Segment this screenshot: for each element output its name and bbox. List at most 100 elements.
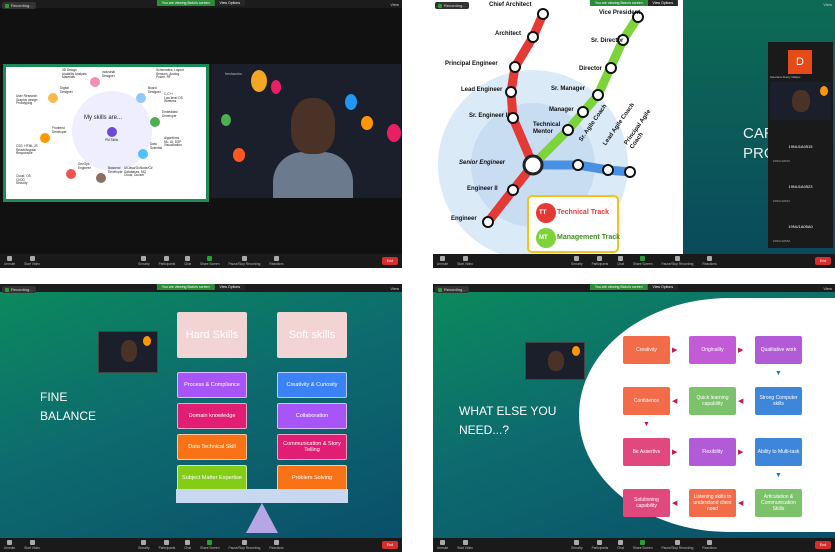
start-video-button[interactable]: Start Video: [24, 256, 40, 266]
blob-icon: [221, 114, 231, 126]
presenter-video[interactable]: freshworks: [211, 64, 401, 198]
unmute-button[interactable]: Unmute: [437, 256, 448, 266]
start-video-button[interactable]: Start Video: [457, 256, 473, 266]
station-dot: [605, 62, 617, 74]
mt-label: Management Track: [557, 234, 621, 241]
view-options-button[interactable]: View Options: [214, 284, 246, 290]
smile-icon: [706, 540, 712, 545]
view-options-button[interactable]: View Options: [647, 0, 679, 6]
skill-node-label: Digital Designer: [60, 86, 73, 94]
unmute-button[interactable]: Unmute: [437, 540, 448, 550]
reactions-button[interactable]: Reactions: [269, 256, 284, 266]
end-button[interactable]: End: [814, 257, 831, 265]
pause-recording-button[interactable]: Pause/Stop Recording: [228, 540, 260, 550]
skill-node-icon: [138, 149, 148, 159]
camera-icon: [29, 540, 35, 545]
station-label: Sr. Manager: [551, 86, 586, 92]
recording-indicator[interactable]: Recording...: [435, 2, 469, 9]
reactions-button[interactable]: Reactions: [702, 256, 717, 266]
start-video-button[interactable]: Start Video: [457, 540, 473, 550]
participant-sub: 19NU1A0523: [773, 199, 790, 203]
end-button[interactable]: End: [381, 541, 398, 549]
participant-tile[interactable]: 19NU1A0523 19NU1A0523: [770, 168, 831, 204]
smile-icon: [273, 256, 279, 261]
pause-icon: [241, 256, 247, 261]
share-icon: [640, 540, 646, 545]
avatar[interactable]: D: [788, 50, 812, 74]
participant-tile[interactable]: 19NU1A05A0 19NU1A05A0: [770, 208, 831, 244]
participants-button[interactable]: Participants: [592, 540, 608, 550]
presenter-thumbnail[interactable]: [525, 342, 585, 380]
security-button[interactable]: Security: [571, 256, 583, 266]
view-options-button[interactable]: View Options: [214, 0, 246, 6]
reactions-button[interactable]: Reactions: [702, 540, 717, 550]
chat-button[interactable]: Chat: [617, 540, 624, 550]
pause-icon: [241, 540, 247, 545]
presenter-face: [792, 90, 810, 112]
chat-button[interactable]: Chat: [184, 256, 191, 266]
shield-icon: [574, 256, 580, 261]
participants-button[interactable]: Participants: [592, 256, 608, 266]
share-screen-button[interactable]: Share Screen: [200, 256, 219, 266]
station-dot: [509, 61, 521, 73]
recording-indicator[interactable]: Recording...: [2, 2, 36, 9]
skill-node-label: C,C++ Low level OS Wireless: [164, 92, 183, 104]
logo-blob-icon: [251, 70, 267, 92]
company-logo-label: freshworks: [225, 72, 242, 76]
reactions-button[interactable]: Reactions: [269, 540, 284, 550]
participant-name: 19NU1A0523: [788, 183, 813, 189]
pause-recording-button[interactable]: Pause/Stop Recording: [661, 540, 693, 550]
recording-indicator[interactable]: Recording...: [435, 286, 469, 293]
hard-skill-box: Subject Matter Expertise: [177, 465, 247, 491]
skill-node-icon: [48, 93, 58, 103]
recording-label: Recording...: [11, 287, 33, 292]
share-icon: [640, 256, 646, 261]
participant-name: 19NU1A0515: [788, 143, 813, 149]
security-button[interactable]: Security: [138, 256, 150, 266]
zoom-window-1: Recording... You are viewing Babu's scre…: [0, 0, 402, 268]
pause-recording-button[interactable]: Pause/Stop Recording: [661, 256, 693, 266]
chat-button[interactable]: Chat: [617, 256, 624, 266]
participants-button[interactable]: Participants: [159, 540, 175, 550]
view-button[interactable]: View: [823, 2, 832, 7]
view-button[interactable]: View: [390, 286, 399, 291]
view-button[interactable]: View: [390, 2, 399, 7]
end-button[interactable]: End: [814, 541, 831, 549]
chat-button[interactable]: Chat: [184, 540, 191, 550]
view-options-button[interactable]: View Options: [647, 284, 679, 290]
start-video-button[interactable]: Start Video: [24, 540, 40, 550]
security-button[interactable]: Security: [571, 540, 583, 550]
participants-icon: [164, 540, 170, 545]
presenter-thumbnail[interactable]: [770, 82, 831, 120]
participant-sub: 19NU1A05A0: [773, 239, 791, 243]
station-label: Engineer II: [467, 186, 498, 192]
pause-recording-button[interactable]: Pause/Stop Recording: [228, 256, 260, 266]
unmute-button[interactable]: Unmute: [4, 540, 15, 550]
arrow-icon: ▶: [672, 347, 678, 354]
skill-node-icon: [40, 133, 50, 143]
recording-indicator[interactable]: Recording...: [2, 286, 36, 293]
end-button[interactable]: End: [381, 257, 398, 265]
skills-mindmap-slide: My skills are... PM Skills 3D Design Usa…: [3, 64, 209, 202]
skill-box: Listening skills to understand client ne…: [689, 489, 736, 517]
share-screen-button[interactable]: Share Screen: [200, 540, 219, 550]
station-label: Sr. Engineer II: [469, 113, 510, 119]
skill-box: Confidence: [623, 387, 670, 415]
participant-tile[interactable]: 19NU1A0515 19NU1A0515: [770, 128, 831, 164]
share-screen-button[interactable]: Share Screen: [633, 540, 652, 550]
view-button[interactable]: View: [823, 286, 832, 291]
zoom-window-2: Chief Architect Vice President Architect Sr…: [433, 0, 835, 268]
blob-icon: [345, 94, 357, 110]
participant-name: 19NU1A05A0: [788, 223, 813, 229]
presenter-thumbnail[interactable]: [98, 331, 158, 373]
tt-badge: TT: [539, 210, 547, 216]
hard-skill-box: Domain knowledge: [177, 403, 247, 429]
station-dot: [505, 86, 517, 98]
security-button[interactable]: Security: [138, 540, 150, 550]
unmute-button[interactable]: Unmute: [4, 256, 15, 266]
participants-button[interactable]: Participants: [159, 256, 175, 266]
share-screen-button[interactable]: Share Screen: [633, 256, 652, 266]
mic-icon: [7, 256, 13, 261]
tt-label: Technical Track: [557, 209, 610, 216]
arrow-icon: ▼: [775, 370, 782, 377]
